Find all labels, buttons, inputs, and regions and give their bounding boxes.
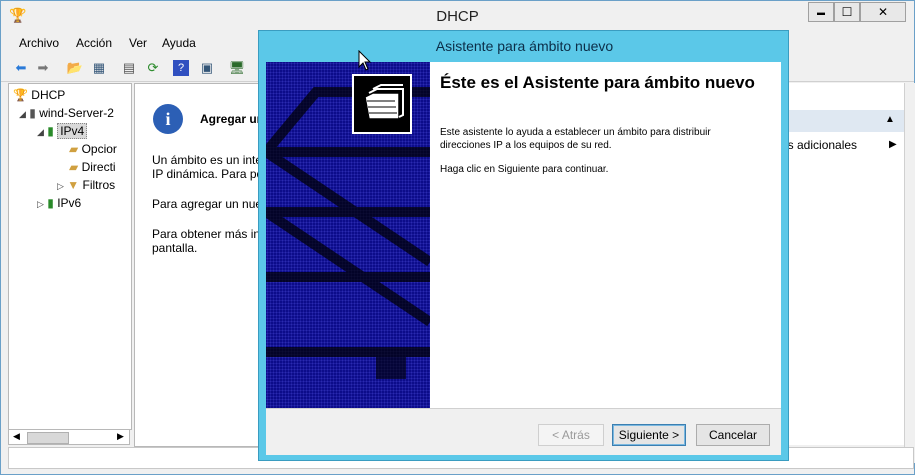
folder-icon: ▰ (69, 142, 79, 156)
title-bar: 🏆 DHCP ▬ ☐ ✕ (1, 1, 914, 31)
tree-item-ipv6[interactable]: ▷ ▮ IPv6 (37, 194, 81, 212)
content-paragraph-3b: pantalla. (152, 241, 198, 255)
info-icon: i (153, 104, 183, 134)
more-actions-label: es adicionales (781, 138, 858, 152)
tree-item-directivas[interactable]: ▰ Directi (69, 158, 116, 176)
content-paragraph-1b: IP dinámica. Para po (152, 167, 264, 181)
refresh-icon[interactable]: ⟳ (143, 58, 163, 78)
show-tree-icon[interactable]: ▦ (89, 58, 109, 78)
window-title: DHCP (436, 8, 479, 25)
content-paragraph-1: Un ámbito es un inte (152, 153, 263, 167)
dialog-footer: < Atrás Siguiente > Cancelar (266, 408, 781, 455)
submenu-arrow-icon: ▶ (889, 139, 897, 150)
cancel-button[interactable]: Cancelar (696, 424, 770, 446)
export-list-icon[interactable]: ▤ (119, 58, 139, 78)
more-actions-item[interactable]: es adicionales ▶ (781, 138, 901, 152)
dialog-body: Éste es el Asistente para ámbito nuevo E… (266, 62, 781, 455)
ipv4-icon: ▮ (47, 124, 54, 138)
wizard-description: Este asistente lo ayuda a establecer un … (440, 127, 711, 151)
close-button[interactable]: ✕ (860, 2, 906, 22)
tree-item-ipv4[interactable]: ◢ ▮ IPv4 (37, 122, 88, 140)
tree-label-opciones: Opcior (81, 142, 117, 156)
tree-item-opciones[interactable]: ▰ Opcior (69, 140, 117, 158)
scroll-right-icon[interactable]: ▶ (117, 431, 124, 442)
back-button[interactable]: < Atrás (538, 424, 604, 446)
actions-header[interactable]: ▲ (775, 110, 905, 132)
maximize-icon: ☐ (841, 5, 853, 19)
wizard-instruction: Haga clic en Siguiente para continuar. (440, 164, 609, 175)
next-button[interactable]: Siguiente > (612, 424, 686, 446)
menu-ver[interactable]: Ver (129, 36, 147, 50)
folders-glyph (364, 84, 404, 120)
collapse-arrow-icon[interactable]: ◢ (19, 109, 26, 119)
menu-archivo[interactable]: Archivo (19, 36, 59, 50)
tree-label-directivas: Directi (81, 160, 116, 174)
help-icon[interactable]: ? (173, 60, 189, 76)
dhcp-icon: 🏆 (13, 88, 28, 102)
wizard-banner (266, 62, 430, 408)
expand-arrow-icon[interactable]: ▷ (57, 181, 64, 191)
content-paragraph-3: Para obtener más inf (152, 227, 264, 241)
tree-pane: 🏆 DHCP ◢ ▮ wind-Server-2 ◢ ▮ IPv4 ▰ Opci… (8, 83, 132, 430)
folder-icon: ▰ (69, 160, 79, 174)
scroll-thumb[interactable] (27, 432, 69, 444)
folder-stack-icon (352, 74, 412, 134)
wizard-content: Éste es el Asistente para ámbito nuevo E… (430, 62, 781, 408)
tree-label-server: wind-Server-2 (39, 106, 114, 120)
mouse-cursor-icon (358, 50, 372, 71)
tree-label-filtros: Filtros (82, 178, 116, 192)
scroll-left-icon[interactable]: ◀ (13, 431, 20, 442)
tree-label-ipv4: IPv4 (57, 123, 88, 139)
properties-icon[interactable]: ▣ (197, 58, 217, 78)
collapse-up-icon[interactable]: ▲ (885, 114, 895, 125)
monitor-icon[interactable]: 🖥 (227, 58, 247, 78)
content-paragraph-2: Para agregar un nue (152, 197, 263, 211)
tree-item-dhcp[interactable]: 🏆 DHCP (13, 86, 65, 104)
dialog-title: Asistente para ámbito nuevo (435, 38, 614, 54)
tree-label-dhcp: DHCP (31, 88, 66, 102)
filter-icon: ▼ (67, 178, 80, 192)
menu-ayuda[interactable]: Ayuda (162, 36, 196, 50)
collapse-arrow-icon[interactable]: ◢ (37, 127, 44, 137)
actions-pane: ▲ es adicionales ▶ (774, 83, 905, 445)
minimize-button[interactable]: ▬ (808, 2, 834, 22)
menu-accion[interactable]: Acción (76, 36, 112, 50)
content-heading: Agregar un (200, 112, 265, 126)
tree-label-ipv6: IPv6 (57, 196, 82, 210)
forward-icon[interactable]: ➡ (33, 58, 53, 78)
tree-item-server[interactable]: ◢ ▮ wind-Server-2 (19, 104, 114, 122)
back-icon[interactable]: ⬅ (11, 58, 31, 78)
up-folder-icon[interactable]: 📂 (65, 58, 85, 78)
close-icon: ✕ (877, 5, 889, 19)
ipv6-icon: ▮ (47, 196, 54, 210)
maximize-button[interactable]: ☐ (834, 2, 860, 22)
expand-arrow-icon[interactable]: ▷ (37, 199, 44, 209)
new-scope-wizard-dialog: Asistente para ámbito nuevo Éste es el A… (258, 30, 789, 461)
server-icon: ▮ (29, 106, 36, 120)
tree-item-filtros[interactable]: ▷ ▼ Filtros (57, 176, 115, 194)
wizard-heading: Éste es el Asistente para ámbito nuevo (440, 73, 755, 92)
vertical-scrollbar[interactable] (904, 83, 915, 463)
minimize-icon: ▬ (817, 7, 825, 17)
tree-horizontal-scrollbar[interactable]: ◀ ▶ (8, 429, 130, 445)
